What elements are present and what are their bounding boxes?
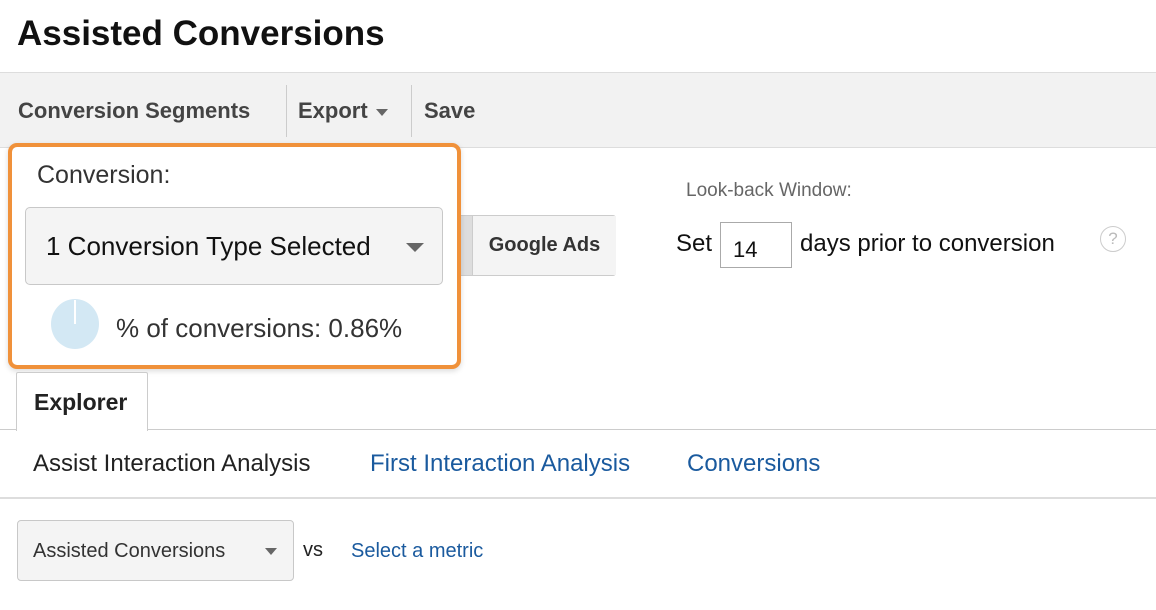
chevron-down-icon — [265, 548, 277, 555]
lookback-days-input[interactable] — [720, 222, 792, 268]
type-filter-group: Google Ads — [455, 215, 616, 276]
chevron-down-icon — [375, 108, 388, 116]
subtab-first-interaction-analysis[interactable]: First Interaction Analysis — [370, 450, 630, 478]
export-button[interactable]: Export — [298, 98, 388, 124]
primary-metric-dropdown[interactable]: Assisted Conversions — [17, 520, 294, 581]
subtab-assist-interaction-analysis[interactable]: Assist Interaction Analysis — [33, 450, 310, 478]
google-ads-button[interactable]: Google Ads — [472, 216, 616, 275]
divider — [0, 429, 1156, 430]
conversion-segments-button[interactable]: Conversion Segments — [18, 98, 250, 124]
conversion-percentage: % of conversions: 0.86% — [116, 313, 403, 343]
conversion-label: Conversion: — [37, 161, 171, 189]
primary-metric-value: Assisted Conversions — [33, 540, 226, 562]
divider — [286, 85, 287, 137]
vs-label: vs — [303, 539, 323, 561]
chevron-down-icon — [406, 243, 424, 252]
select-metric-link[interactable]: Select a metric — [351, 540, 483, 563]
divider — [0, 497, 1156, 499]
help-icon[interactable]: ? — [1100, 226, 1126, 252]
lookback-suffix: days prior to conversion — [800, 230, 1055, 257]
conversion-type-dropdown[interactable]: 1 Conversion Type Selected — [25, 207, 443, 285]
subtab-conversions[interactable]: Conversions — [687, 450, 820, 478]
lookback-label: Look-back Window: — [686, 180, 852, 201]
export-label: Export — [298, 98, 368, 123]
divider — [411, 85, 412, 137]
conversion-selector-panel: Conversion: 1 Conversion Type Selected %… — [8, 143, 461, 369]
toolbar: Conversion Segments Export Save — [0, 72, 1156, 148]
tab-explorer[interactable]: Explorer — [16, 372, 148, 431]
save-button[interactable]: Save — [424, 98, 475, 124]
pie-chart-icon — [51, 299, 99, 349]
lookback-prefix: Set — [676, 230, 713, 257]
conversion-type-value: 1 Conversion Type Selected — [46, 231, 371, 261]
page-title: Assisted Conversions — [17, 14, 385, 53]
